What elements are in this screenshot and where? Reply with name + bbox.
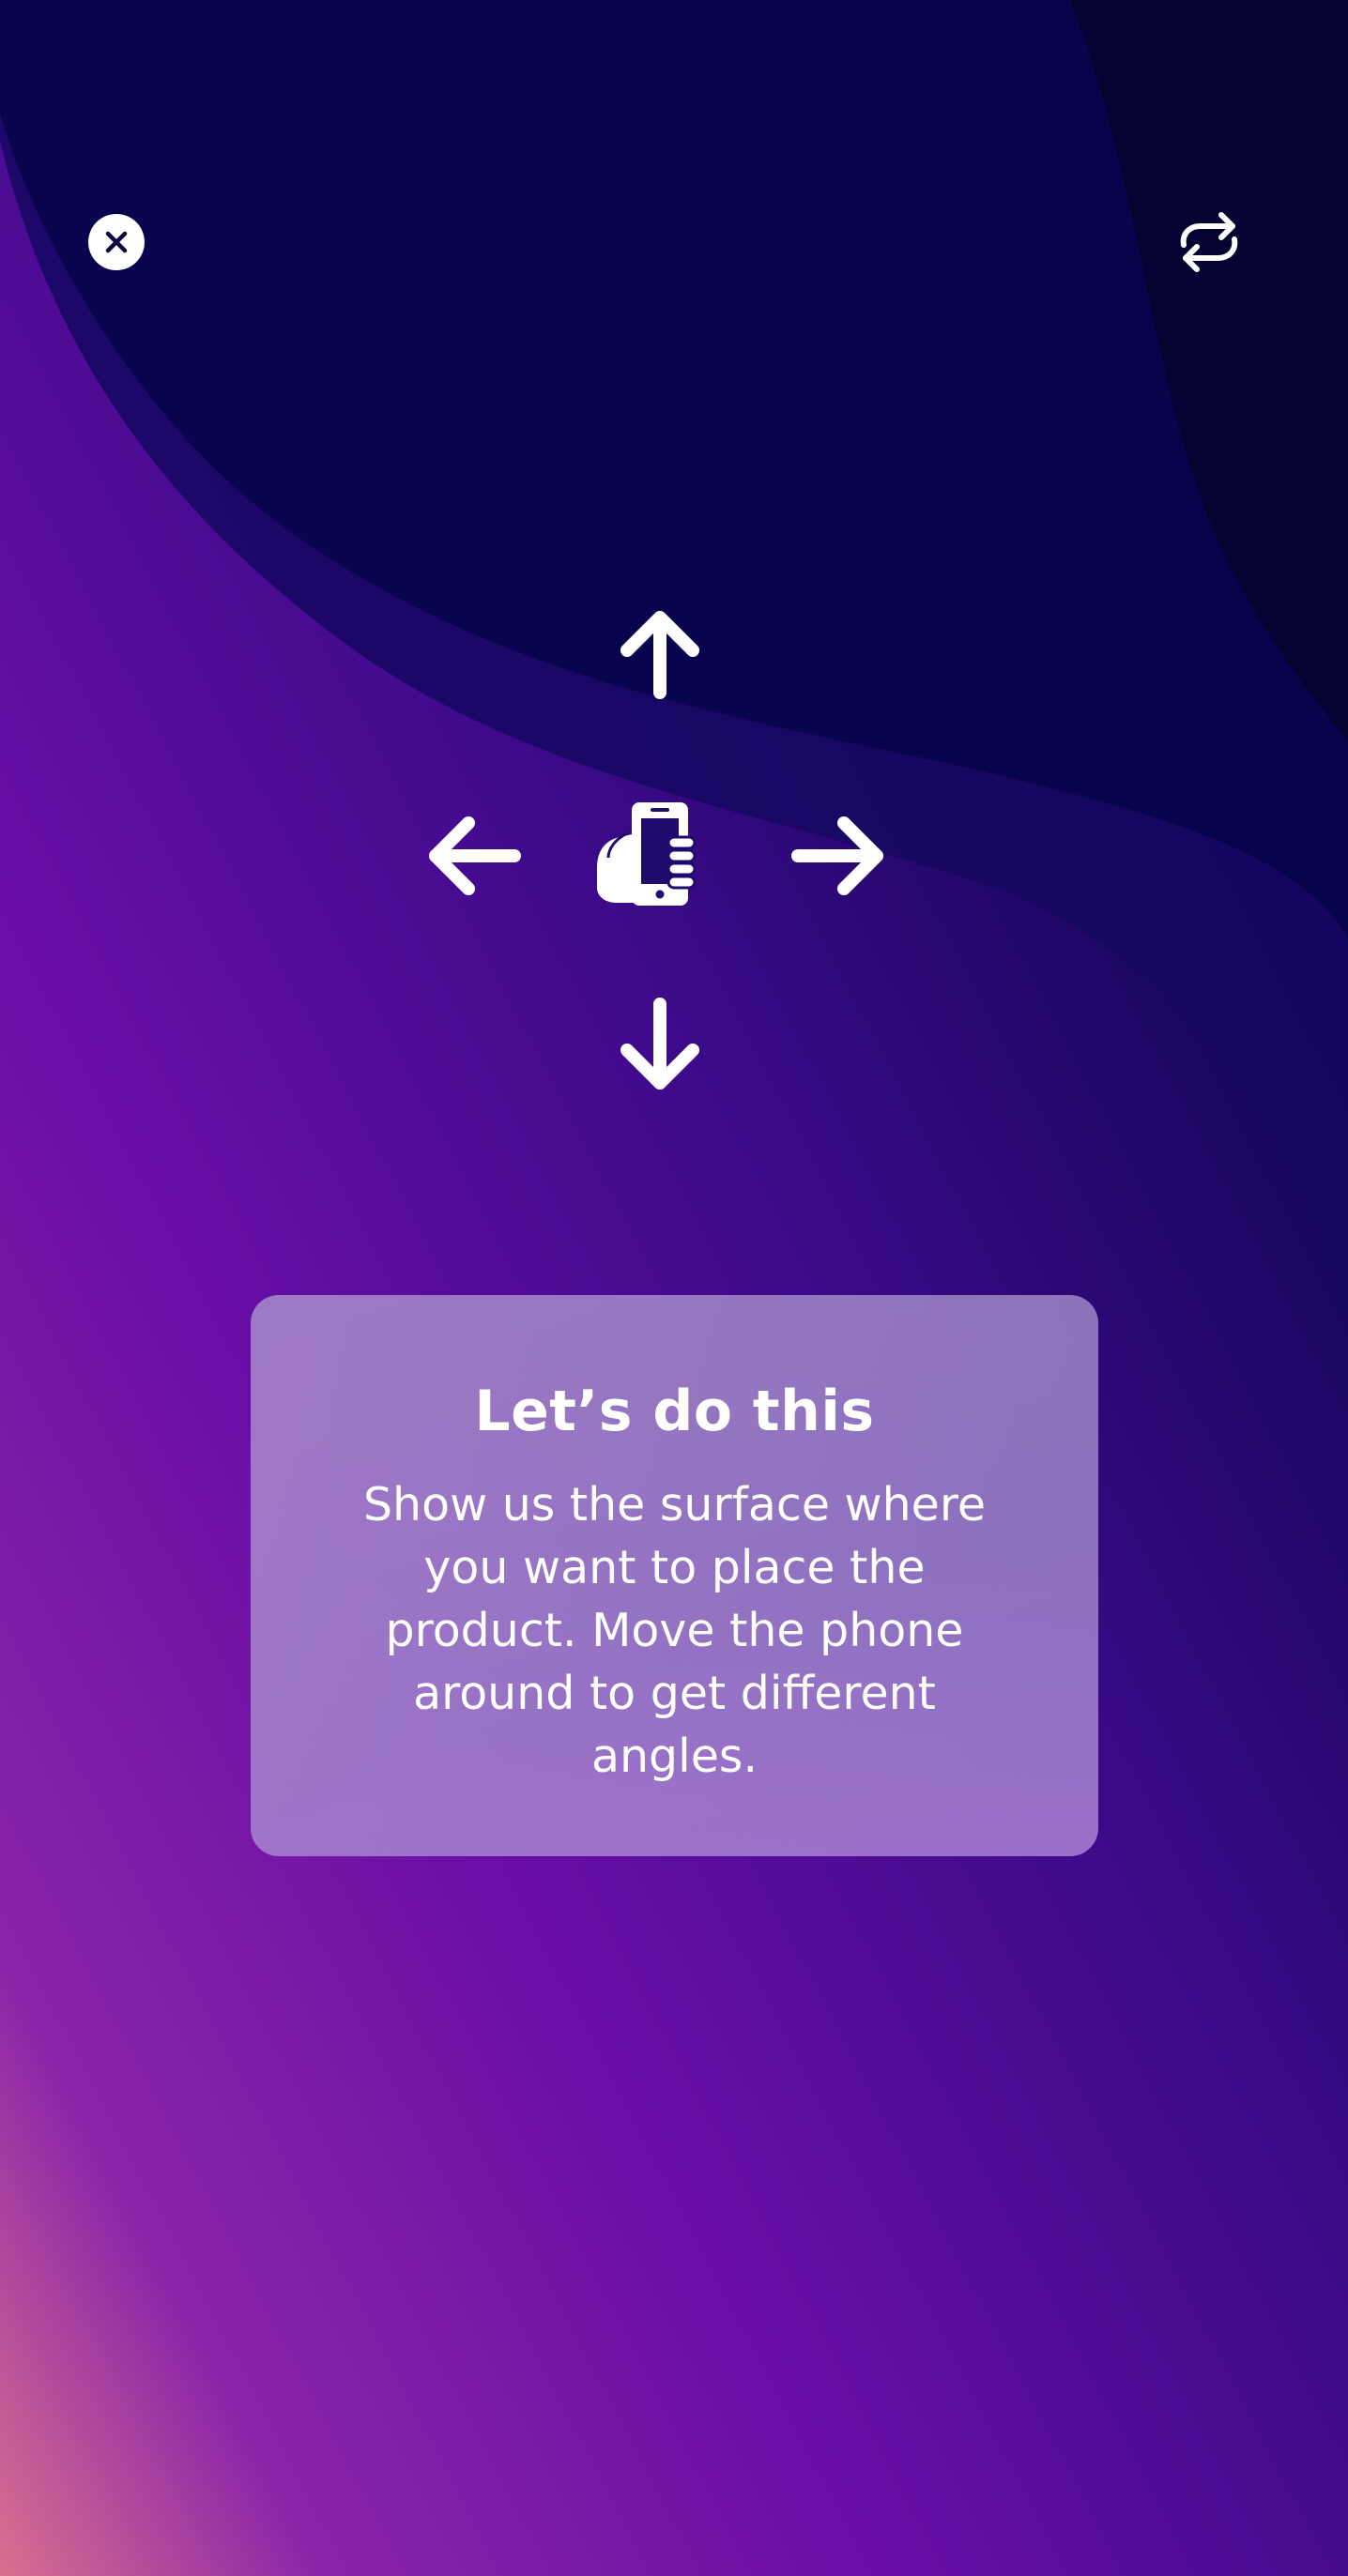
arrow-right-icon <box>791 816 883 895</box>
close-icon <box>105 231 128 253</box>
instruction-card: Let’s do this Show us the surface where … <box>251 1295 1098 1856</box>
card-title: Let’s do this <box>474 1379 875 1444</box>
move-phone-graphic <box>429 611 883 1090</box>
arrow-down-icon <box>620 998 699 1090</box>
arrow-up-icon <box>620 611 699 699</box>
refresh-icon <box>1180 212 1238 272</box>
background <box>0 0 1348 2576</box>
card-body: Show us the surface where you want to pl… <box>362 1478 987 1783</box>
close-button[interactable] <box>88 214 145 270</box>
arrow-left-icon <box>429 816 521 895</box>
refresh-button[interactable] <box>1175 208 1243 276</box>
hand-holding-phone-icon <box>597 802 697 906</box>
